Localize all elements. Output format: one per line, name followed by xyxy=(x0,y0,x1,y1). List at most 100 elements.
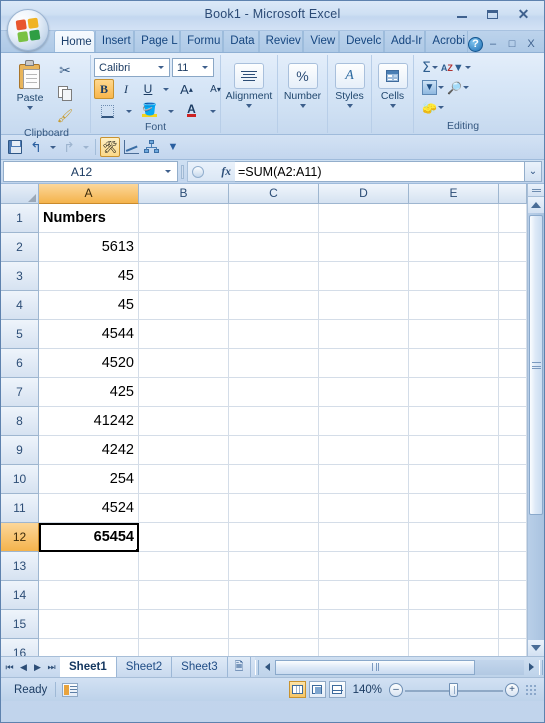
grid-cell[interactable] xyxy=(229,262,319,291)
grid-cell[interactable] xyxy=(499,291,527,320)
grid-cell[interactable] xyxy=(229,610,319,639)
save-button[interactable] xyxy=(5,137,25,157)
grid-cell[interactable] xyxy=(409,465,499,494)
tab-review[interactable]: Reviev xyxy=(258,31,304,52)
grid-cell[interactable] xyxy=(39,610,139,639)
grid-cell[interactable] xyxy=(229,204,319,233)
grid-cell[interactable] xyxy=(499,204,527,233)
zoom-slider-track[interactable] xyxy=(405,682,503,697)
first-sheet-button[interactable]: ⏮ xyxy=(3,660,16,675)
row-header-9[interactable]: 9 xyxy=(1,436,39,465)
grid-cell[interactable] xyxy=(229,378,319,407)
grid-cell[interactable] xyxy=(139,523,229,552)
ribbon-close-button[interactable]: X xyxy=(522,36,540,52)
grid-cell[interactable] xyxy=(499,436,527,465)
grid-cell[interactable] xyxy=(39,639,139,656)
grid-cell[interactable]: 5613 xyxy=(39,233,139,262)
tab-acrobat[interactable]: Acrobi xyxy=(425,31,469,52)
expand-formula-bar-button[interactable]: ⌄ xyxy=(525,161,542,182)
grid-cell[interactable] xyxy=(229,494,319,523)
chevron-down-icon[interactable] xyxy=(159,170,177,173)
column-header-e[interactable]: E xyxy=(409,184,499,204)
grid-cell[interactable] xyxy=(319,320,409,349)
grid-cell[interactable] xyxy=(409,262,499,291)
prev-sheet-button[interactable]: ◀ xyxy=(17,660,30,675)
scroll-up-button[interactable] xyxy=(528,197,544,213)
grid-cell[interactable] xyxy=(319,465,409,494)
grid-cell[interactable] xyxy=(319,378,409,407)
grid-cell[interactable] xyxy=(319,639,409,656)
grid-cell[interactable] xyxy=(409,436,499,465)
font-name-combo[interactable]: Calibri xyxy=(94,58,170,77)
grid-cell[interactable]: Numbers xyxy=(39,204,139,233)
grid-cell[interactable] xyxy=(39,552,139,581)
grid-cell[interactable] xyxy=(319,610,409,639)
chevron-down-icon[interactable] xyxy=(462,86,469,89)
zoom-slider-thumb[interactable] xyxy=(449,682,458,697)
grid-cell[interactable] xyxy=(409,581,499,610)
grid-cell[interactable] xyxy=(229,407,319,436)
grid-cell[interactable] xyxy=(39,581,139,610)
fill-color-button[interactable]: 🪣 xyxy=(136,101,163,121)
chevron-down-icon[interactable] xyxy=(464,66,471,69)
row-header-6[interactable]: 6 xyxy=(1,349,39,378)
active-cell[interactable]: 65454 xyxy=(39,523,139,552)
font-size-combo[interactable]: 11 xyxy=(172,58,214,77)
scrollbar-track[interactable] xyxy=(528,213,544,640)
ribbon-minimize-button[interactable]: – xyxy=(484,36,502,52)
row-header-15[interactable]: 15 xyxy=(1,610,39,639)
underline-dropdown[interactable] xyxy=(160,79,171,99)
grid-cell[interactable] xyxy=(139,233,229,262)
grid-cell[interactable] xyxy=(139,291,229,320)
grid-cell[interactable] xyxy=(409,610,499,639)
grid-cell[interactable] xyxy=(319,552,409,581)
grid-cell[interactable] xyxy=(229,639,319,656)
grid-cell[interactable] xyxy=(499,494,527,523)
grid-cell[interactable] xyxy=(139,639,229,656)
grid-cell[interactable] xyxy=(409,291,499,320)
chart-button[interactable] xyxy=(121,137,141,157)
sheet-tab-sheet3[interactable]: Sheet3 xyxy=(172,657,228,677)
grid-cell[interactable] xyxy=(229,349,319,378)
hscroll-track[interactable] xyxy=(275,659,524,675)
view-page-break-button[interactable] xyxy=(328,681,346,698)
grid-cell[interactable]: 4242 xyxy=(39,436,139,465)
sheet-tab-sheet2[interactable]: Sheet2 xyxy=(116,657,173,677)
grid-cell[interactable] xyxy=(409,378,499,407)
grid-cell[interactable] xyxy=(319,407,409,436)
grid-cell[interactable] xyxy=(499,552,527,581)
insert-function-area[interactable]: fx xyxy=(187,161,235,182)
grid-cell[interactable]: 425 xyxy=(39,378,139,407)
paste-button[interactable]: Paste xyxy=(6,57,54,112)
find-select-button[interactable]: 🔎 xyxy=(446,78,470,97)
column-header-a[interactable]: A xyxy=(39,184,139,204)
tab-view[interactable]: View xyxy=(303,31,340,52)
diagram-button[interactable] xyxy=(142,137,162,157)
undo-dropdown[interactable] xyxy=(47,137,58,157)
grid-cell[interactable] xyxy=(499,233,527,262)
chevron-down-icon[interactable] xyxy=(389,104,396,108)
office-button[interactable] xyxy=(7,9,49,51)
hscroll-right-button[interactable] xyxy=(524,660,539,675)
row-header-16[interactable]: 16 xyxy=(1,639,39,656)
italic-button[interactable]: I xyxy=(116,79,136,99)
grid-cell[interactable] xyxy=(319,233,409,262)
last-sheet-button[interactable]: ⏭ xyxy=(45,660,58,675)
grid-cell[interactable] xyxy=(499,407,527,436)
font-color-button[interactable]: A xyxy=(178,101,205,121)
grid-cell[interactable] xyxy=(319,494,409,523)
next-sheet-button[interactable]: ▶ xyxy=(31,660,44,675)
underline-button[interactable]: U xyxy=(138,79,158,99)
qat-more-button[interactable]: ▼ xyxy=(163,137,183,157)
bold-button[interactable]: B xyxy=(94,79,114,99)
grid-cell[interactable] xyxy=(319,436,409,465)
help-icon[interactable]: ? xyxy=(468,36,484,52)
column-header-c[interactable]: C xyxy=(229,184,319,204)
grid-cell[interactable] xyxy=(319,262,409,291)
grid-cell[interactable] xyxy=(139,581,229,610)
grid-cell[interactable]: 45 xyxy=(39,262,139,291)
grid-cell[interactable] xyxy=(229,581,319,610)
grid-cell[interactable] xyxy=(499,581,527,610)
split-handle[interactable] xyxy=(528,184,544,197)
grid-cell[interactable] xyxy=(139,320,229,349)
